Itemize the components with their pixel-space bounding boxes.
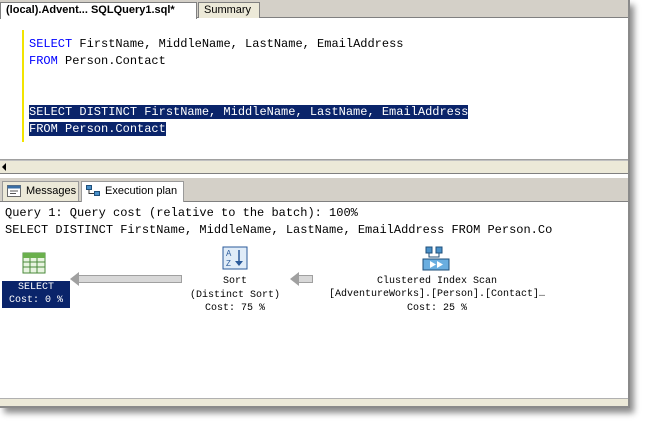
query2-line2: FROM Person.Contact [29, 121, 166, 138]
tab-execution-plan[interactable]: Execution plan [81, 181, 184, 202]
scan-node-cost: Cost: 25 % [406, 303, 467, 314]
query1-line2: FROM Person.Contact [29, 53, 166, 70]
scroll-left-icon[interactable] [2, 163, 6, 171]
sort-icon[interactable]: A Z [222, 246, 248, 270]
tab-messages[interactable]: Messages [2, 181, 79, 201]
select-keyword: SELECT [29, 37, 73, 51]
document-tab-strip: (local).Advent... SQLQuery1.sql* Summary [0, 0, 628, 19]
sort-node-name[interactable]: Sort [180, 275, 290, 288]
from-table: Person.Contact [57, 54, 166, 68]
svg-text:A: A [226, 249, 232, 258]
tab-messages-label: Messages [26, 185, 77, 197]
status-bar [0, 398, 628, 406]
query-cost-header: Query 1: Query cost (relative to the bat… [5, 206, 358, 220]
select-node-name: SELECT [17, 282, 54, 293]
svg-text:Z: Z [226, 259, 231, 268]
sort-node-detail: (Distinct Sort) [189, 290, 280, 301]
tab-summary[interactable]: Summary [198, 2, 260, 18]
select-result-icon[interactable] [22, 252, 46, 274]
scan-node-name[interactable]: Clustered Index Scan [310, 275, 564, 288]
scan-node-detail: [AdventureWorks].[Person].[Contact]… [328, 289, 546, 300]
query2-line1: SELECT DISTINCT FirstName, MiddleName, L… [29, 104, 469, 121]
tab-sqlquery1[interactable]: (local).Advent... SQLQuery1.sql* [0, 2, 197, 19]
messages-icon [7, 185, 21, 197]
sort-node-cost: Cost: 75 % [204, 303, 265, 314]
ssms-window: (local).Advent... SQLQuery1.sql* Summary… [0, 0, 630, 408]
changed-lines-marker [22, 30, 24, 142]
flow-arrow-1 [78, 275, 182, 283]
execution-plan-icon [86, 185, 100, 196]
selected-text-line2: FROM Person.Contact [29, 122, 166, 136]
select-node-cost: Cost: 0 % [8, 295, 63, 306]
execution-plan-pane: Query 1: Query cost (relative to the bat… [0, 203, 628, 406]
results-tab-strip: Messages Execution plan [0, 178, 628, 202]
from-keyword: FROM [29, 54, 58, 68]
select-columns: FirstName, MiddleName, LastName, EmailAd… [72, 37, 404, 51]
clustered-index-scan-icon[interactable] [422, 246, 450, 272]
selected-text-line1: SELECT DISTINCT FirstName, MiddleName, L… [29, 105, 469, 119]
query-statement: SELECT DISTINCT FirstName, MiddleName, L… [5, 223, 553, 237]
query-editor[interactable]: SELECT FirstName, MiddleName, LastName, … [0, 18, 628, 160]
select-node[interactable]: SELECT Cost: 0 % [2, 281, 70, 308]
query1-line1: SELECT FirstName, MiddleName, LastName, … [29, 36, 403, 53]
editor-horizontal-scrollbar[interactable] [0, 160, 628, 174]
tab-execution-plan-label: Execution plan [105, 185, 178, 197]
